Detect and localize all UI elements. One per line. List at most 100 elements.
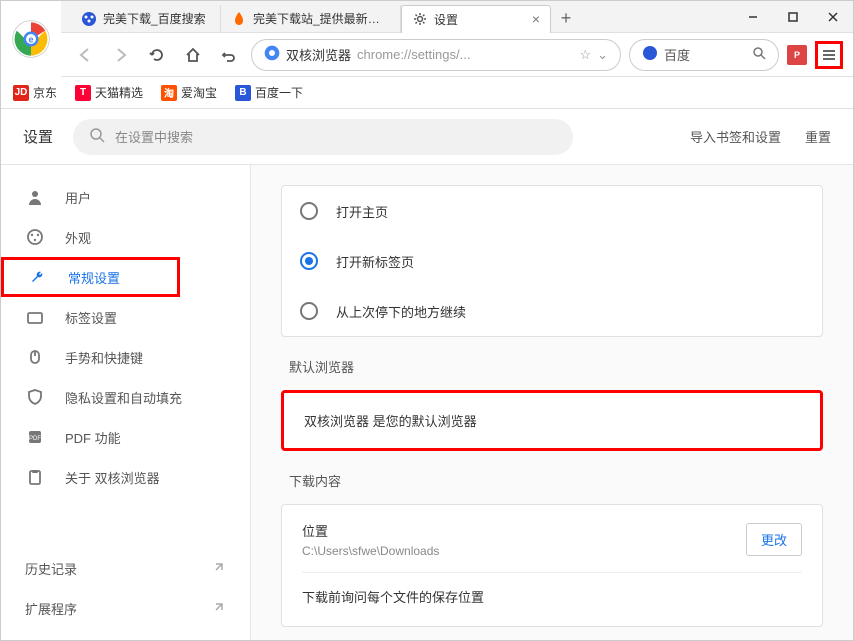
tab-icon [25,307,45,327]
page-title: 设置 [23,126,53,147]
mouse-icon [25,347,45,367]
bookmark-jd[interactable]: JD京东 [13,84,57,101]
tab-3-active[interactable]: 设置 × [401,5,551,33]
bookmark-tmall[interactable]: T天猫精选 [75,84,143,101]
baidu-icon [642,45,658,64]
external-link-icon [212,560,226,577]
person-icon [25,187,45,207]
downloads-card: 位置 C:\Users\sfwe\Downloads 更改 下载前询问每个文件的… [281,504,823,627]
sidebar-label: 标签设置 [65,308,117,327]
search-placeholder: 在设置中搜索 [115,127,193,146]
search-engine-label: 百度 [664,45,690,64]
minimize-button[interactable] [733,1,773,33]
pdf-icon: PDF [25,427,45,447]
main-menu-button[interactable] [815,41,843,69]
baidu-icon: B [235,85,251,101]
sidebar-item-history[interactable]: 历史记录 [1,548,250,588]
sidebar-label: 历史记录 [25,559,77,578]
sidebar-label: 手势和快捷键 [65,348,143,367]
titlebar: 完美下载_百度搜索 完美下载站_提供最新安全 设置 × + [1,1,853,33]
chevron-down-icon[interactable]: ⌄ [597,47,608,63]
sidebar-item-user[interactable]: 用户 [1,177,250,217]
bookmark-baidu[interactable]: B百度一下 [235,84,303,101]
startup-option-continue[interactable]: 从上次停下的地方继续 [282,286,822,336]
home-button[interactable] [179,41,207,69]
change-location-button[interactable]: 更改 [746,523,802,556]
search-icon[interactable] [752,46,766,63]
sidebar: 用户 外观 常规设置 标签设置 手势和快捷键 隐私设置和自动填充 PDF PDF … [1,165,251,640]
import-bookmarks-button[interactable]: 导入书签和设置 [690,127,781,146]
tmall-icon: T [75,85,91,101]
sidebar-item-about[interactable]: 关于 双核浏览器 [1,457,250,497]
settings-header: 设置 在设置中搜索 导入书签和设置 重置 [1,109,853,165]
shield-icon [25,387,45,407]
baidu-icon [81,11,97,27]
sidebar-item-pdf[interactable]: PDF PDF 功能 [1,417,250,457]
settings-content: 打开主页 打开新标签页 从上次停下的地方继续 默认浏览器 双核浏览器 是您的默认… [251,165,853,640]
sidebar-label: 关于 双核浏览器 [65,468,160,487]
radio-icon [300,302,318,320]
radio-icon-selected [300,252,318,270]
sidebar-item-general[interactable]: 常规设置 [1,257,180,297]
sidebar-label: 扩展程序 [25,599,77,618]
toolbar: 双核浏览器 chrome://settings/... ☆ ⌄ 百度 P [1,33,853,77]
sidebar-item-tabs[interactable]: 标签设置 [1,297,250,337]
star-icon[interactable]: ☆ [579,47,591,63]
startup-card: 打开主页 打开新标签页 从上次停下的地方继续 [281,185,823,337]
default-browser-text: 双核浏览器 是您的默认浏览器 [304,414,477,429]
palette-icon [25,227,45,247]
sidebar-label: 隐私设置和自动填充 [65,388,182,407]
pdf-icon[interactable]: P [787,45,807,65]
svg-text:PDF: PDF [29,436,41,442]
default-browser-card: 双核浏览器 是您的默认浏览器 [281,390,823,451]
bookmarks-bar: JD京东 T天猫精选 淘爱淘宝 B百度一下 [1,77,853,109]
tab-2[interactable]: 完美下载站_提供最新安全 [221,5,401,33]
settings-search[interactable]: 在设置中搜索 [73,119,573,155]
close-icon[interactable]: × [532,11,540,27]
external-link-icon [212,600,226,617]
bookmark-aitaobao[interactable]: 淘爱淘宝 [161,84,217,101]
maximize-button[interactable] [773,1,813,33]
tab-title: 设置 [434,11,528,28]
option-label: 打开主页 [336,202,388,221]
startup-option-homepage[interactable]: 打开主页 [282,186,822,236]
tab-1[interactable]: 完美下载_百度搜索 [71,5,221,33]
bookmark-label: 爱淘宝 [181,84,217,101]
chrome-icon [264,45,280,64]
addressbar-url: chrome://settings/... [357,47,470,62]
sidebar-label: PDF 功能 [65,428,121,447]
close-button[interactable] [813,1,853,33]
startup-option-newtab[interactable]: 打开新标签页 [282,236,822,286]
sidebar-item-privacy[interactable]: 隐私设置和自动填充 [1,377,250,417]
back-button[interactable] [71,41,99,69]
bookmark-label: 京东 [33,84,57,101]
undo-button[interactable] [215,41,243,69]
search-icon [89,127,105,146]
gear-icon [412,11,428,27]
forward-button[interactable] [107,41,135,69]
tab-title: 完美下载站_提供最新安全 [253,10,390,27]
section-title-downloads: 下载内容 [289,471,823,490]
sidebar-item-gestures[interactable]: 手势和快捷键 [1,337,250,377]
clipboard-icon [25,467,45,487]
fire-icon [231,11,247,27]
download-location-path: C:\Users\sfwe\Downloads [302,544,746,558]
option-label: 打开新标签页 [336,252,414,271]
sidebar-item-appearance[interactable]: 外观 [1,217,250,257]
sidebar-label: 用户 [65,188,91,207]
reset-button[interactable]: 重置 [805,127,831,146]
tab-title: 完美下载_百度搜索 [103,10,210,27]
search-bar[interactable]: 百度 [629,39,779,71]
address-bar[interactable]: 双核浏览器 chrome://settings/... ☆ ⌄ [251,39,621,71]
window-controls [733,1,853,33]
option-label: 从上次停下的地方继续 [336,302,466,321]
new-tab-button[interactable]: + [551,5,581,33]
reload-button[interactable] [143,41,171,69]
bookmark-label: 百度一下 [255,84,303,101]
sidebar-label: 常规设置 [68,268,120,287]
jd-icon: JD [13,85,29,101]
tab-strip: 完美下载_百度搜索 完美下载站_提供最新安全 设置 × + [71,1,733,33]
radio-icon [300,202,318,220]
sidebar-item-extensions[interactable]: 扩展程序 [1,588,250,628]
aitaobao-icon: 淘 [161,85,177,101]
